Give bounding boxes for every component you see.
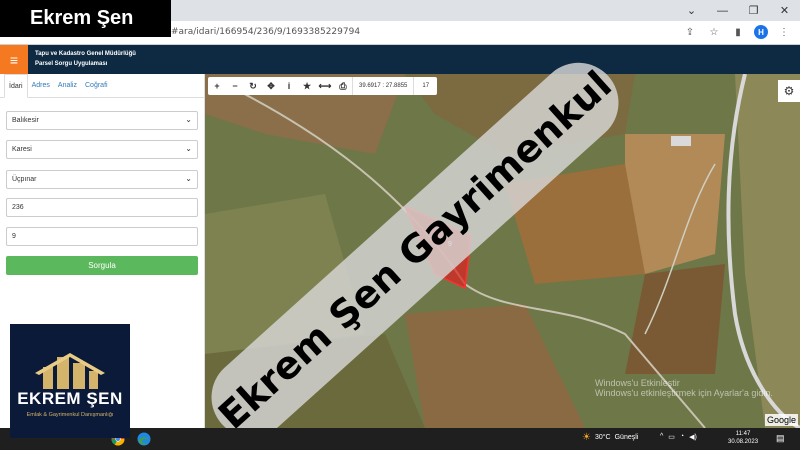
google-logo: Google — [764, 414, 798, 426]
app-title: Tapu ve Kadastro Genel Müdürlüğü Parsel … — [35, 49, 136, 69]
zoom-in-icon[interactable]: + — [208, 77, 226, 95]
clock-date: 30.08.2023 — [728, 439, 759, 445]
activation-line1: Windows'u Etkinleştir — [595, 378, 680, 388]
pan-icon[interactable]: ✥ — [262, 77, 280, 95]
profile-avatar[interactable]: H — [754, 25, 768, 39]
province-value: Balıkesir — [12, 117, 39, 124]
maximize-icon[interactable]: ❐ — [738, 0, 769, 21]
refresh-icon[interactable]: ↻ — [244, 77, 262, 95]
neighborhood-value: Üçpınar — [12, 176, 37, 183]
zoom-level: 17 — [422, 83, 430, 89]
map-toolbar: + − ↻ ✥ i ★ ⟷ ⎙ 39.6917 : 27.8855 17 — [208, 77, 438, 95]
battery-icon[interactable]: ▭ — [668, 433, 675, 441]
more-icon[interactable]: ⋮ — [776, 24, 792, 40]
system-tray: ^ ▭ ◔ ◀) — [660, 433, 697, 441]
district-select[interactable]: Karesi ⌄ — [6, 140, 198, 159]
chevron-down-icon: ⌄ — [185, 115, 192, 124]
block-input[interactable]: 236 — [6, 198, 198, 217]
minimize-icon[interactable]: — — [707, 0, 738, 21]
chevron-down-icon[interactable]: ⌄ — [676, 0, 707, 21]
query-button[interactable]: Sorgula — [6, 256, 198, 275]
info-icon[interactable]: i — [280, 77, 298, 95]
app-title-line2: Parsel Sorgu Uygulaması — [35, 61, 108, 67]
weather-widget[interactable]: ☀ 30°C Güneşli — [582, 432, 638, 443]
zoom-out-icon[interactable]: − — [226, 77, 244, 95]
star-icon[interactable]: ★ — [298, 77, 316, 95]
chevron-down-icon: ⌄ — [185, 174, 192, 183]
province-select[interactable]: Balıkesir ⌄ — [6, 111, 198, 130]
parcel-input[interactable]: 9 — [6, 227, 198, 246]
clock[interactable]: 11:47 30.08.2023 — [728, 430, 758, 446]
tab-analiz[interactable]: Analiz — [54, 74, 81, 98]
logo-subtitle: Emlak & Gayrimenkul Danışmanlığı — [26, 412, 114, 418]
network-icon[interactable]: ◔ — [680, 433, 684, 441]
clock-time: 11:47 — [735, 431, 751, 437]
building — [671, 136, 691, 146]
menu-icon[interactable]: ≡ — [0, 45, 28, 74]
sun-icon: ☀ — [582, 432, 591, 443]
temperature: 30°C — [594, 434, 611, 441]
logo-name: EKREM ŞEN — [17, 389, 123, 408]
ekrem-sen-logo: EKREM ŞEN Emlak & Gayrimenkul Danışmanlı… — [10, 324, 130, 438]
weather-condition: Güneşli — [614, 434, 639, 441]
notification-icon[interactable]: ▤ — [776, 433, 785, 444]
share-icon[interactable]: ⇪ — [682, 24, 698, 40]
window-controls: ⌄ — ❐ ✕ — [676, 0, 800, 21]
gear-icon[interactable]: ⚙ — [778, 80, 800, 102]
measure-icon[interactable]: ⟷ — [316, 77, 334, 95]
star-icon[interactable]: ☆ — [706, 24, 722, 40]
building-logo-icon — [35, 353, 105, 389]
parcel-value: 9 — [12, 233, 16, 240]
sidebar-icon[interactable]: ▮ — [730, 24, 746, 40]
edge-icon[interactable] — [136, 431, 152, 447]
district-value: Karesi — [12, 146, 32, 153]
watermark-name-label: Ekrem Şen — [0, 0, 171, 37]
volume-icon[interactable]: ◀) — [689, 433, 697, 441]
print-icon[interactable]: ⎙ — [334, 77, 352, 95]
tab-adres[interactable]: Adres — [28, 74, 54, 98]
neighborhood-select[interactable]: Üçpınar ⌄ — [6, 170, 198, 189]
coordinate-readout: 39.6917 : 27.8855 — [352, 77, 415, 95]
chevron-down-icon: ⌄ — [185, 144, 192, 153]
chevron-up-icon[interactable]: ^ — [660, 433, 663, 441]
block-value: 236 — [12, 204, 24, 211]
close-icon[interactable]: ✕ — [769, 0, 800, 21]
tab-idari[interactable]: İdari — [4, 74, 28, 98]
address-bar-icons: ⇪ ☆ ▮ H ⋮ — [682, 24, 792, 40]
windows-activation-notice: Windows'u Etkinleştir Windows'u etkinleş… — [595, 378, 773, 398]
query-tabs: İdari Adres Analiz Coğrafi — [0, 74, 205, 98]
url-text[interactable]: #ara/idari/166954/236/9/1693385229794 — [171, 27, 360, 37]
app-header: ≡ Tapu ve Kadastro Genel Müdürlüğü Parse… — [0, 45, 800, 74]
tab-cografi[interactable]: Coğrafi — [81, 74, 112, 98]
app-title-line1: Tapu ve Kadastro Genel Müdürlüğü — [35, 51, 136, 57]
activation-line2: Windows'u etkinleştirmek için Ayarlar'a … — [595, 388, 773, 398]
